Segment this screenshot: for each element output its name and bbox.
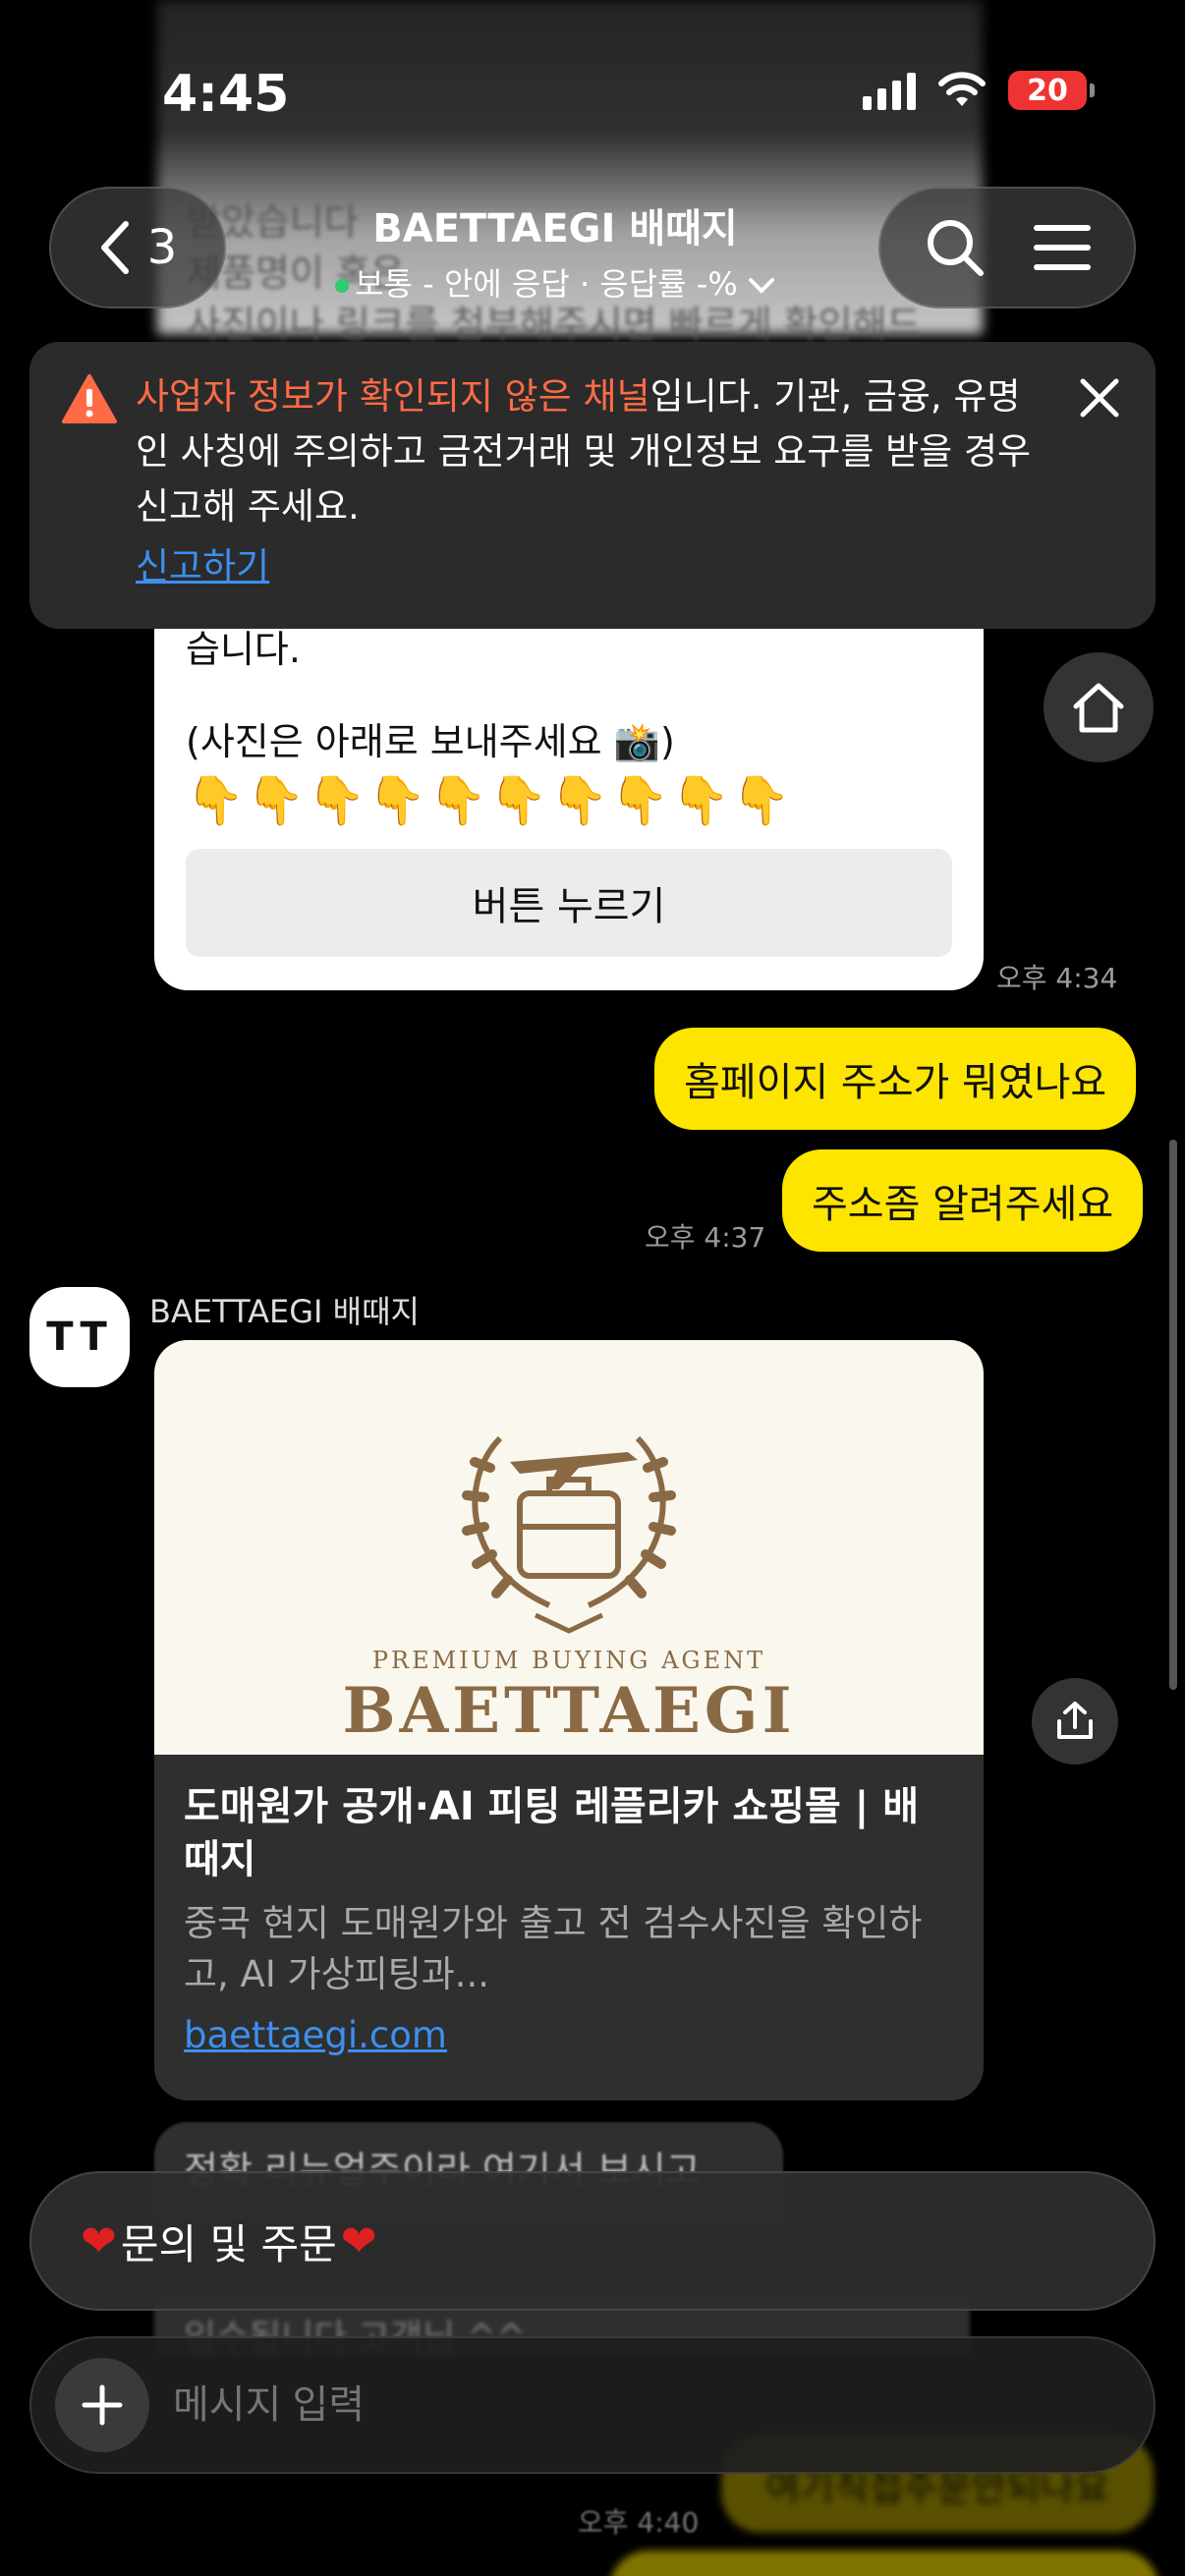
message-input[interactable] — [173, 2382, 1057, 2428]
chevron-down-icon — [748, 278, 774, 294]
share-button[interactable] — [1032, 1678, 1118, 1764]
card-partial-text: 습니다. — [186, 628, 301, 671]
link-preview-image: PREMIUM BUYING AGENT BAETTAEGI — [154, 1340, 984, 1755]
card-photo-text: (사진은 아래로 보내주세요 📸) — [186, 720, 675, 763]
brand-emblem-icon — [462, 1435, 676, 1634]
link-url[interactable]: baettaegi.com — [184, 2014, 447, 2056]
warning-highlight: 사업자 정보가 확인되지 않은 채널 — [136, 375, 650, 418]
image-tagline: PREMIUM BUYING AGENT — [371, 1647, 766, 1674]
my-message-bubble[interactable]: 주소좀 알려주세요 — [782, 1149, 1144, 1252]
bot-message-card: 습니다. (사진은 아래로 보내주세요 📸) 👇👇👇👇👇👇👇👇👇👇 버튼 누르기 — [154, 628, 984, 990]
response-status: 보통 - 안에 응답 · 응답률 -% — [355, 265, 738, 303]
status-time: 4:45 — [162, 65, 290, 124]
search-icon[interactable] — [924, 216, 987, 279]
battery-indicator: 20 — [1008, 71, 1095, 110]
press-button[interactable]: 버튼 누르기 — [186, 849, 952, 957]
message-time: 오후 4:40 — [578, 2506, 700, 2539]
link-preview-card[interactable]: PREMIUM BUYING AGENT BAETTAEGI 도매원가 공개·A… — [154, 1340, 984, 2100]
heart-icon: ❤ — [340, 2215, 377, 2267]
home-button[interactable] — [1044, 652, 1154, 762]
message-input-bar — [29, 2336, 1156, 2474]
plus-icon — [82, 2384, 123, 2426]
pointing-down-emojis: 👇👇👇👇👇👇👇👇👇👇 — [186, 773, 793, 828]
message-time: 오후 4:37 — [645, 1221, 766, 1254]
link-preview-body: 도매원가 공개·AI 피팅 레플리카 쇼핑몰 | 배때지 중국 현지 도매원가와… — [154, 1755, 984, 2082]
link-title: 도매원가 공개·AI 피팅 레플리카 쇼핑몰 | 배때지 — [184, 1784, 919, 1882]
share-icon — [1057, 1702, 1093, 1739]
close-icon[interactable] — [1079, 377, 1120, 419]
home-icon — [1073, 683, 1124, 733]
sender-name: BAETTAEGI 배때지 — [149, 1293, 420, 1330]
chat-subtitle: 보통 - 안에 응답 · 응답률 -% — [295, 259, 816, 305]
header-actions — [878, 187, 1136, 308]
status-icons: 20 — [863, 71, 1095, 110]
channel-avatar[interactable]: TT — [29, 1287, 130, 1387]
my-message-bubble-partial — [609, 2550, 1159, 2576]
quick-reply-button[interactable]: ❤ 문의 및 주문 ❤ — [29, 2171, 1156, 2311]
chat-header[interactable]: BAETTAEGI 배때지 보통 - 안에 응답 · 응답률 -% — [295, 196, 816, 305]
unverified-channel-warning: 사업자 정보가 확인되지 않은 채널입니다. 기관, 금융, 유명인 사칭에 주… — [29, 342, 1156, 629]
chevron-left-icon — [100, 221, 129, 274]
attach-button[interactable] — [55, 2358, 149, 2452]
scrollbar[interactable] — [1169, 1140, 1177, 1690]
image-brand: BAETTAEGI — [342, 1674, 796, 1748]
quick-reply-label: 문의 및 주문 — [120, 2219, 337, 2268]
wifi-icon — [938, 72, 986, 106]
back-button[interactable]: 3 — [49, 187, 226, 308]
warning-icon — [62, 374, 117, 423]
link-description: 중국 현지 도매원가와 출고 전 검수사진을 확인하고, AI 가상피팅과... — [184, 1902, 923, 1995]
chat-title: BAETTAEGI 배때지 — [372, 206, 738, 252]
heart-icon: ❤ — [81, 2215, 117, 2267]
unread-count: 3 — [146, 220, 178, 275]
warning-text: 사업자 정보가 확인되지 않은 채널입니다. 기관, 금융, 유명인 사칭에 주… — [136, 369, 1047, 534]
menu-icon[interactable] — [1033, 222, 1092, 273]
my-message-bubble[interactable]: 홈페이지 주소가 뭐였나요 — [654, 1028, 1137, 1130]
chat-screen: 받았습니다 제품명이 혹은 사진이나 링크를 첨부해주시면 빠르게 확인해드 4… — [0, 0, 1185, 2576]
cellular-signal-icon — [863, 71, 916, 110]
message-time: 오후 4:34 — [996, 962, 1118, 994]
online-status-dot — [335, 279, 350, 293]
report-link[interactable]: 신고하기 — [136, 536, 269, 589]
